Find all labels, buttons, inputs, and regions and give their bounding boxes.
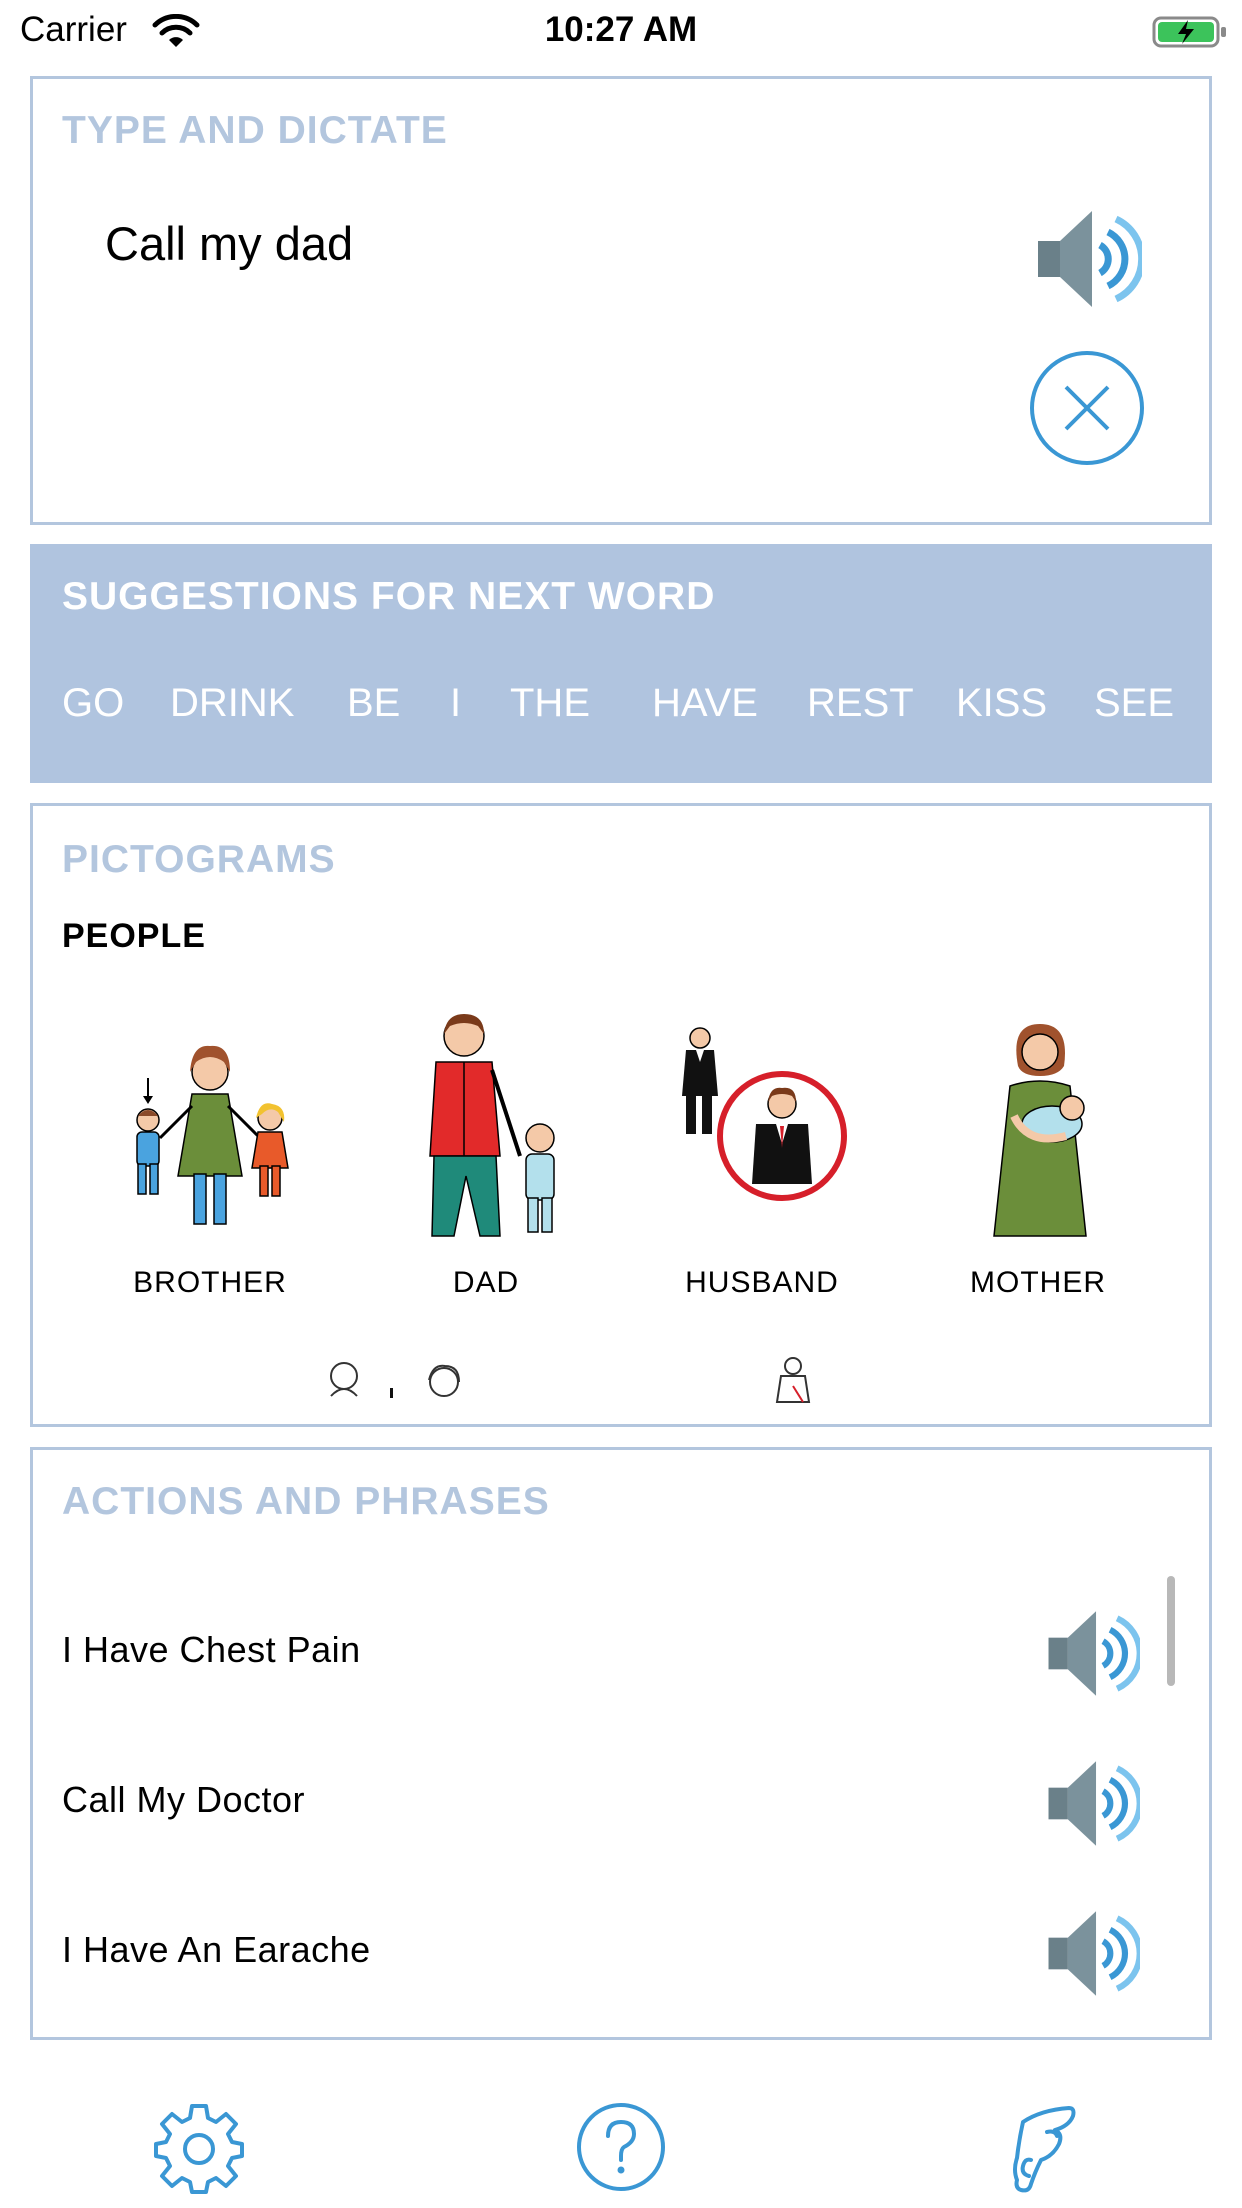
suggestion-word[interactable]: DRINK — [170, 681, 294, 726]
category-label: PEOPLE — [62, 917, 206, 955]
type-and-dictate-card: TYPE AND DICTATE Call my dad — [30, 76, 1212, 525]
brother-pictogram-icon — [136, 1045, 289, 1225]
speaker-icon[interactable] — [1045, 1606, 1140, 1701]
status-time: 10:27 AM — [544, 10, 698, 49]
pictogram-brother[interactable]: BROTHER — [90, 1006, 330, 1316]
pictogram-husband[interactable]: HUSBAND — [642, 1006, 882, 1316]
help-icon[interactable] — [574, 2100, 668, 2194]
pictogram-dad[interactable]: DAD — [366, 1006, 606, 1316]
suggestion-word[interactable]: REST — [807, 681, 914, 726]
pictogram-label: DAD — [452, 1266, 520, 1299]
suggestion-word[interactable]: SEE — [1094, 681, 1174, 726]
typed-text-field[interactable]: Call my dad — [105, 216, 353, 271]
speaker-icon[interactable] — [1034, 205, 1142, 313]
mother-pictogram-icon — [993, 1024, 1087, 1237]
actions-and-phrases-card: ACTIONS AND PHRASES I Have Chest Pain Ca… — [30, 1447, 1212, 2040]
battery-charging-icon — [1152, 16, 1226, 48]
pictogram-label: BROTHER — [133, 1266, 287, 1299]
phrase-row[interactable]: I Have An Earache — [33, 1882, 1173, 2022]
suggestions-card: SUGGESTIONS FOR NEXT WORD GO DRINK BE I … — [30, 544, 1212, 783]
speaker-icon[interactable] — [1045, 1756, 1140, 1851]
gear-icon[interactable] — [152, 2100, 246, 2194]
type-card-title: TYPE AND DICTATE — [62, 109, 448, 152]
suggestions-title: SUGGESTIONS FOR NEXT WORD — [62, 575, 716, 618]
suggestion-word[interactable]: HAVE — [652, 681, 758, 726]
clear-text-button[interactable] — [1028, 349, 1146, 467]
suggestion-word[interactable]: I — [450, 681, 461, 726]
suggestion-word[interactable]: KISS — [956, 681, 1047, 726]
actions-title: ACTIONS AND PHRASES — [62, 1480, 550, 1523]
phrase-text: Call My Doctor — [62, 1779, 306, 1820]
phrase-row[interactable]: Call My Doctor — [33, 1732, 1173, 1872]
hand-icon[interactable] — [995, 2100, 1089, 2194]
pictogram-label: HUSBAND — [685, 1266, 839, 1299]
phrase-row[interactable]: I Have Chest Pain — [33, 1582, 1173, 1722]
bottom-toolbar — [0, 2080, 1242, 2200]
scrollbar[interactable] — [1167, 1576, 1175, 1686]
suggestion-word[interactable]: GO — [62, 681, 124, 726]
status-bar: Carrier 10:27 AM — [0, 0, 1242, 64]
pictogram-mother[interactable]: MOTHER — [918, 1006, 1158, 1316]
pictograms-title: PICTOGRAMS — [62, 838, 336, 881]
dad-pictogram-icon — [429, 1014, 555, 1237]
phrase-text: I Have Chest Pain — [62, 1629, 361, 1670]
speaker-icon[interactable] — [1045, 1906, 1140, 2001]
husband-pictogram-icon — [682, 1027, 847, 1201]
suggestion-word[interactable]: THE — [510, 681, 590, 726]
pictogram-label: MOTHER — [970, 1266, 1106, 1299]
suggestion-word[interactable]: BE — [347, 681, 400, 726]
pictograms-card: PICTOGRAMS PEOPLE BROTHER DAD HUSBAND MO… — [30, 803, 1212, 1427]
phrase-text: I Have An Earache — [62, 1929, 371, 1970]
pictogram-next-row-partial — [330, 1357, 811, 1403]
